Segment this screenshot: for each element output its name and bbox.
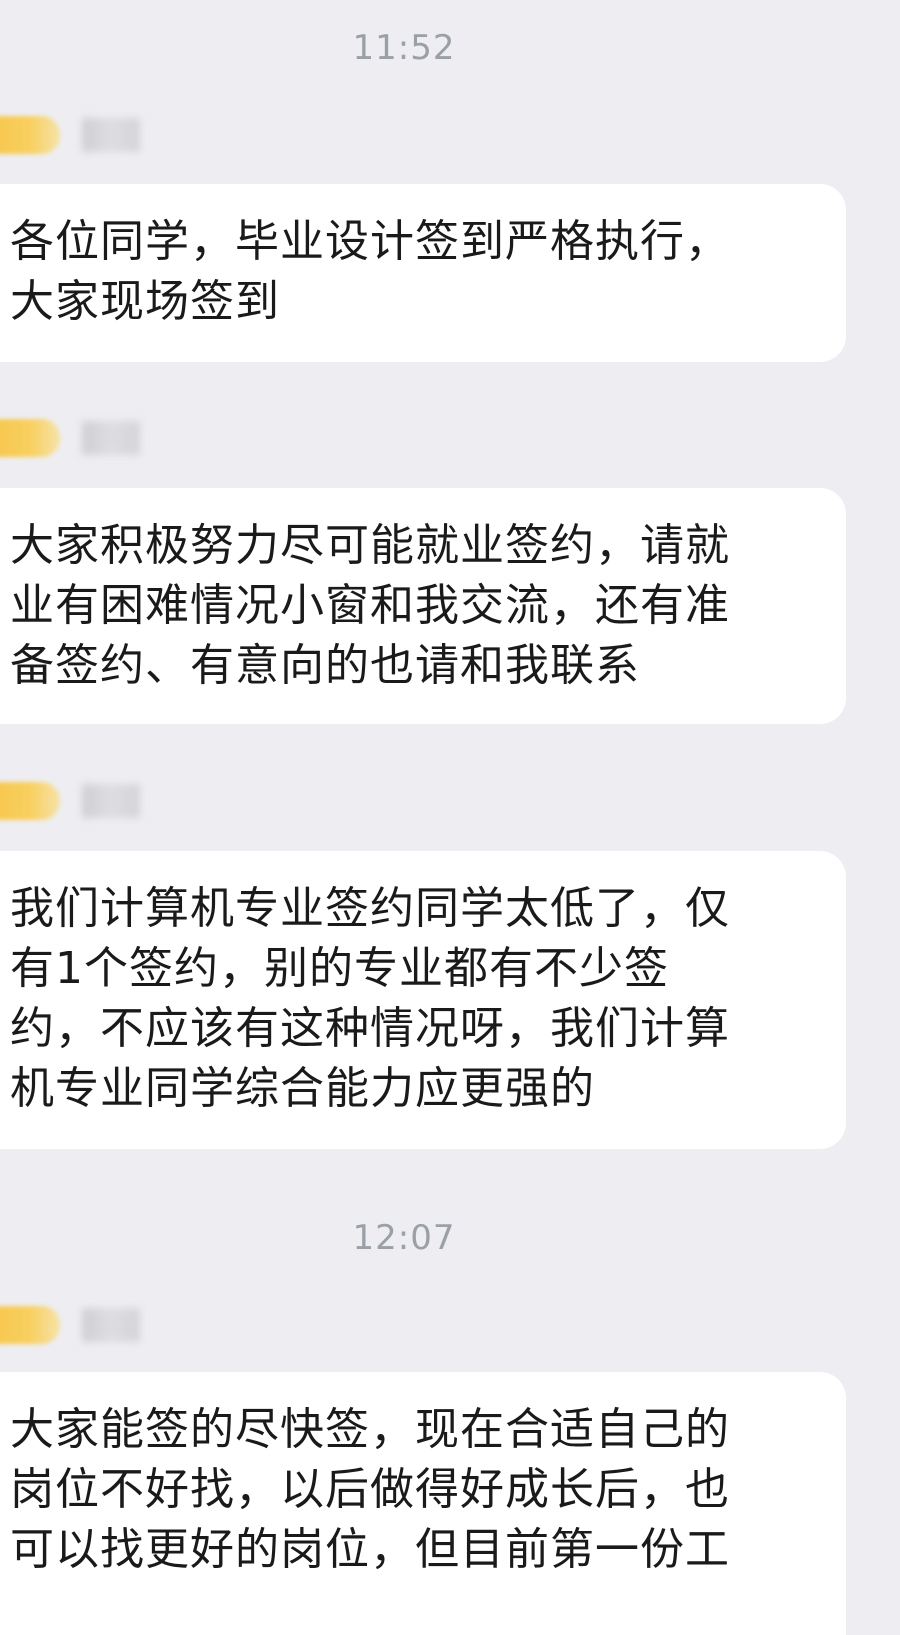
sender-header[interactable] <box>0 1302 150 1348</box>
message-bubble[interactable]: 大家能签的尽快签，现在合适自己的 岗位不好找，以后做得好成长后，也 可以找更好的… <box>0 1372 846 1635</box>
message-text: 我们计算机专业签约同学太低了，仅 有1个签约，别的专业都有不少签 约，不应该有这… <box>10 883 730 1114</box>
message-bubble[interactable]: 我们计算机专业签约同学太低了，仅 有1个签约，别的专业都有不少签 约，不应该有这… <box>0 851 846 1149</box>
message-text: 各位同学，毕业设计签到严格执行， 大家现场签到 <box>10 216 730 327</box>
message-text: 大家积极努力尽可能就业签约，请就 业有困难情况小窗和我交流，还有准 备签约、有意… <box>10 520 730 691</box>
member-level-badge-icon <box>0 1306 60 1344</box>
sender-name-blurred <box>82 118 140 152</box>
sender-name-blurred <box>82 421 140 455</box>
member-level-badge-icon <box>0 419 60 457</box>
message-bubble[interactable]: 各位同学，毕业设计签到严格执行， 大家现场签到 <box>0 184 846 362</box>
sender-header[interactable] <box>0 415 150 461</box>
message-bubble[interactable]: 大家积极努力尽可能就业签约，请就 业有困难情况小窗和我交流，还有准 备签约、有意… <box>0 488 846 724</box>
timestamp: 11:52 <box>352 28 456 68</box>
chat-window: 11:52 各位同学，毕业设计签到严格执行， 大家现场签到 大家积极努力尽可能就… <box>0 0 900 1635</box>
timestamp: 12:07 <box>352 1218 456 1258</box>
sender-header[interactable] <box>0 778 150 824</box>
sender-name-blurred <box>82 1308 140 1342</box>
sender-name-blurred <box>82 784 140 818</box>
message-text: 大家能签的尽快签，现在合适自己的 岗位不好找，以后做得好成长后，也 可以找更好的… <box>10 1404 730 1575</box>
member-level-badge-icon <box>0 116 60 154</box>
sender-header[interactable] <box>0 112 150 158</box>
member-level-badge-icon <box>0 782 60 820</box>
